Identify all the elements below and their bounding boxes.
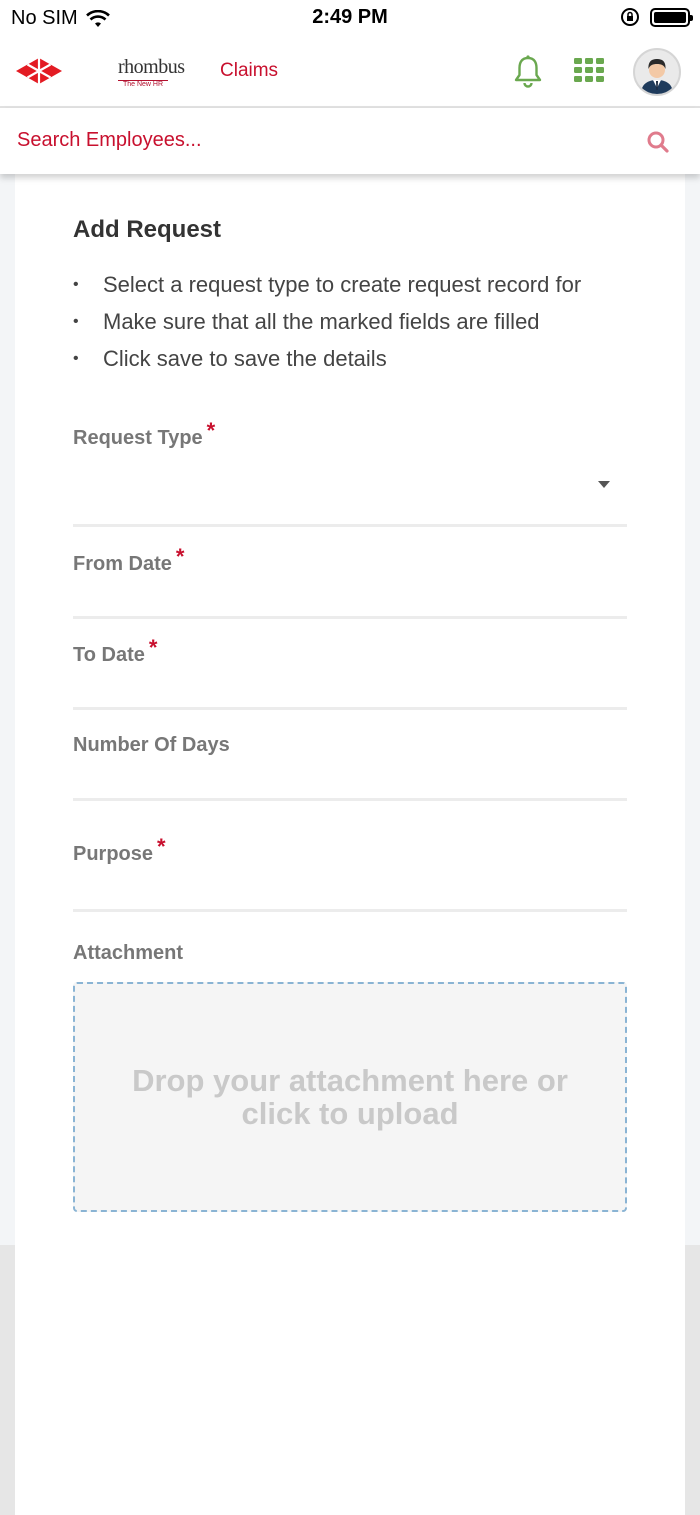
required-mark: * [157,834,166,859]
instruction-item: • Click save to save the details [73,345,387,371]
attachment-dropzone[interactable]: Drop your attachment here or click to up… [73,982,627,1212]
search-icon[interactable] [646,130,670,154]
required-mark: * [206,418,216,443]
purpose-label: Purpose [73,843,154,865]
attachment-label: Attachment [73,942,184,964]
brand-name: rhombus [118,56,185,78]
to-date-field[interactable]: To Date * [73,635,627,710]
search-bar [0,108,700,174]
from-date-label: From Date [73,553,172,575]
card-title: Add Request [73,216,222,243]
number-of-days-label: Number Of Days [73,734,230,756]
status-bar: No SIM 2:49 PM [0,0,700,36]
page-gutter-right [685,1245,700,1515]
request-type-select[interactable]: Request Type * [73,418,627,527]
required-mark: * [175,544,185,569]
search-input[interactable] [17,124,617,156]
from-date-field[interactable]: From Date * [73,544,627,619]
rhombus-logo-icon[interactable] [14,50,64,92]
rotation-lock-icon [621,8,639,26]
chevron-down-icon[interactable] [598,481,610,488]
user-avatar-icon [641,59,673,94]
to-date-label: To Date [73,644,145,666]
add-request-card: Add Request • Select a request type to cr… [15,174,685,1515]
dropzone-text: Drop your attachment here or click to up… [132,1063,568,1131]
instruction-item: • Select a request type to create request… [73,271,582,297]
brand-tagline: The New HR [118,80,168,88]
clock: 2:49 PM [312,6,388,28]
status-right [620,7,693,27]
request-type-label: Request Type [73,427,203,449]
required-mark: * [148,635,158,660]
battery-icon [650,7,693,27]
number-of-days-field[interactable]: Number Of Days [73,734,627,801]
nav-claims-link[interactable]: Claims [220,60,278,82]
apps-grid-icon[interactable] [574,58,604,82]
instructions-list: • Select a request type to create request… [73,266,581,377]
user-avatar[interactable] [633,48,681,96]
notification-bell-icon[interactable] [512,54,544,88]
instruction-item: • Make sure that all the marked fields ar… [73,308,540,334]
page-gutter-left [0,1245,15,1515]
purpose-field[interactable]: Purpose * [73,834,627,912]
top-nav: rhombus The New HR Claims [0,36,700,108]
